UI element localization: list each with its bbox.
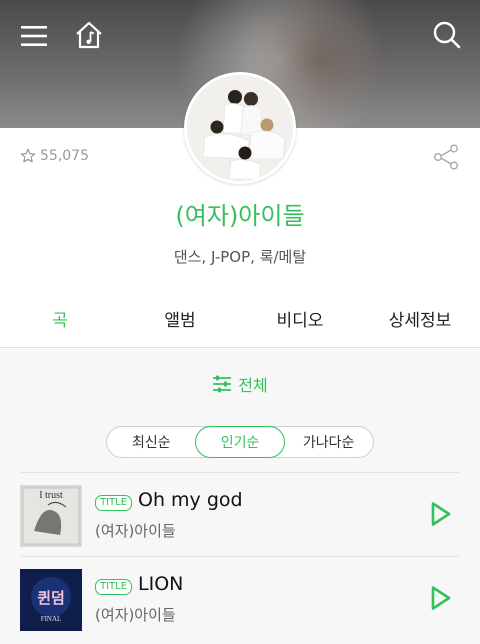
search-icon <box>433 21 461 49</box>
song-row[interactable]: 퀸덤 FINAL TITLE LION (여자)아이들 <box>20 556 460 640</box>
search-button[interactable] <box>428 16 466 54</box>
tab-albums[interactable]: 앨범 <box>120 290 240 347</box>
sort-popular[interactable]: 인기순 <box>194 426 286 458</box>
play-button[interactable] <box>430 501 456 529</box>
filter-sliders-icon <box>213 375 232 393</box>
star-icon <box>20 148 36 163</box>
play-button[interactable] <box>430 585 456 613</box>
album-art-text: 퀸덤 <box>37 589 65 607</box>
album-art: I trust <box>20 485 82 547</box>
sort-latest[interactable]: 최신순 <box>107 427 196 457</box>
tab-details[interactable]: 상세정보 <box>360 290 480 347</box>
play-icon <box>431 586 451 610</box>
menu-button[interactable] <box>14 18 54 54</box>
play-icon <box>431 502 451 526</box>
filter-label: 전체 <box>238 376 268 395</box>
artist-name: (여자)아이들 <box>175 202 305 230</box>
tab-songs[interactable]: 곡 <box>0 290 120 347</box>
tab-videos[interactable]: 비디오 <box>240 290 360 347</box>
album-art: 퀸덤 FINAL <box>20 569 82 631</box>
album-art-subtext: FINAL <box>41 615 62 623</box>
song-title: Oh my god <box>138 489 243 511</box>
album-art-text: I trust <box>39 490 63 501</box>
likes-value: 55,075 <box>40 148 89 164</box>
artist-avatar[interactable] <box>184 72 296 184</box>
title-badge: TITLE <box>95 579 133 595</box>
song-artist: (여자)아이들 <box>95 522 176 540</box>
song-artist: (여자)아이들 <box>95 606 176 624</box>
music-home-icon <box>76 21 102 49</box>
share-icon <box>434 144 459 170</box>
filter-button[interactable]: 전체 <box>0 372 480 396</box>
title-badge: TITLE <box>95 495 133 511</box>
home-button[interactable] <box>70 16 108 54</box>
song-title: LION <box>138 573 184 595</box>
share-button[interactable] <box>430 142 462 172</box>
song-row[interactable]: I trust TITLE Oh my god (여자)아이들 <box>20 472 460 556</box>
group-photo-image <box>187 75 293 181</box>
hamburger-menu-icon <box>21 26 47 46</box>
likes-count[interactable]: 55,075 <box>20 148 89 164</box>
sort-alphabetical[interactable]: 가나다순 <box>284 427 373 457</box>
artist-genres: 댄스, J-POP, 록/메탈 <box>173 248 307 266</box>
album-art-image: I trust <box>20 485 82 547</box>
album-art-image: 퀸덤 FINAL <box>20 569 82 631</box>
tab-bar: 곡 앨범 비디오 상세정보 <box>0 290 480 348</box>
sort-segmented-control: 최신순 인기순 가나다순 <box>106 426 374 458</box>
